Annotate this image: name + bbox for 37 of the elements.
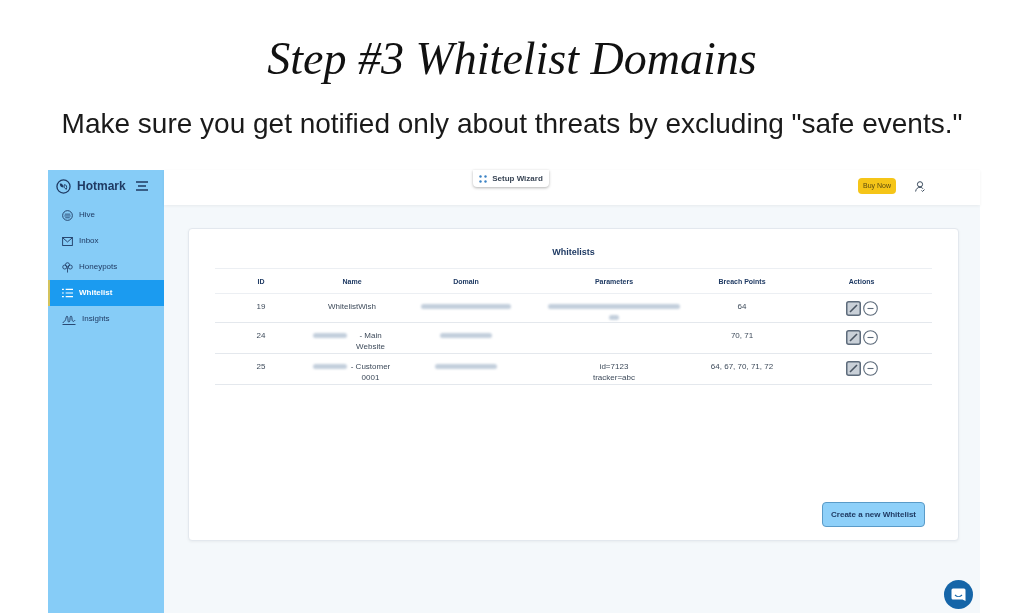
sidebar-item[interactable]: Honeypots <box>48 254 164 280</box>
id-text: 24 <box>256 331 266 340</box>
minus-circle-icon[interactable] <box>862 330 878 345</box>
flower-icon <box>62 261 73 273</box>
sidebar-item[interactable]: Insights <box>48 306 164 332</box>
minus-circle-icon[interactable] <box>862 301 878 316</box>
name-text: - Customer 0001 <box>349 361 392 383</box>
id-text: 25 <box>256 362 266 371</box>
parameter-text: id=7123 <box>599 361 629 372</box>
logo-icon <box>56 178 71 194</box>
sidebar-item[interactable]: Inbox <box>48 228 164 254</box>
card-title: Whitelists <box>552 246 595 258</box>
page-subtitle: Make sure you get notified only about threats by excluding "safe events." <box>61 108 963 140</box>
menu-icon[interactable] <box>136 181 148 191</box>
breach-points-text: 70, 71 <box>730 331 754 340</box>
dots-icon <box>479 174 488 183</box>
sidebar-item[interactable]: Hive <box>48 202 164 228</box>
chat-icon[interactable] <box>944 580 973 609</box>
edit-icon[interactable] <box>845 330 861 345</box>
breach-points-text: 64, 67, 70, 71, 72 <box>710 362 774 371</box>
chart-icon <box>62 313 76 325</box>
edit-icon[interactable] <box>845 361 861 376</box>
list-icon <box>62 288 73 298</box>
parameter-text: tracker=abc <box>593 372 635 383</box>
breach-points-text: 64 <box>737 302 747 311</box>
setup-wizard-button[interactable]: Setup Wizard <box>473 170 549 187</box>
brand-name: Hotmark <box>77 178 126 195</box>
name-text: - Main Website <box>355 330 386 352</box>
striped-circle-icon <box>62 209 73 221</box>
user-icon[interactable] <box>915 181 925 192</box>
create-whitelist-button[interactable]: Create a new Whitelist <box>822 502 925 527</box>
minus-circle-icon[interactable] <box>862 361 878 376</box>
id-text: 19 <box>256 302 266 311</box>
edit-icon[interactable] <box>845 301 861 316</box>
name-text: WhitelistWish <box>328 301 376 312</box>
page-title: Step #3 Whitelist Domains <box>267 32 757 86</box>
envelope-icon <box>62 236 73 246</box>
